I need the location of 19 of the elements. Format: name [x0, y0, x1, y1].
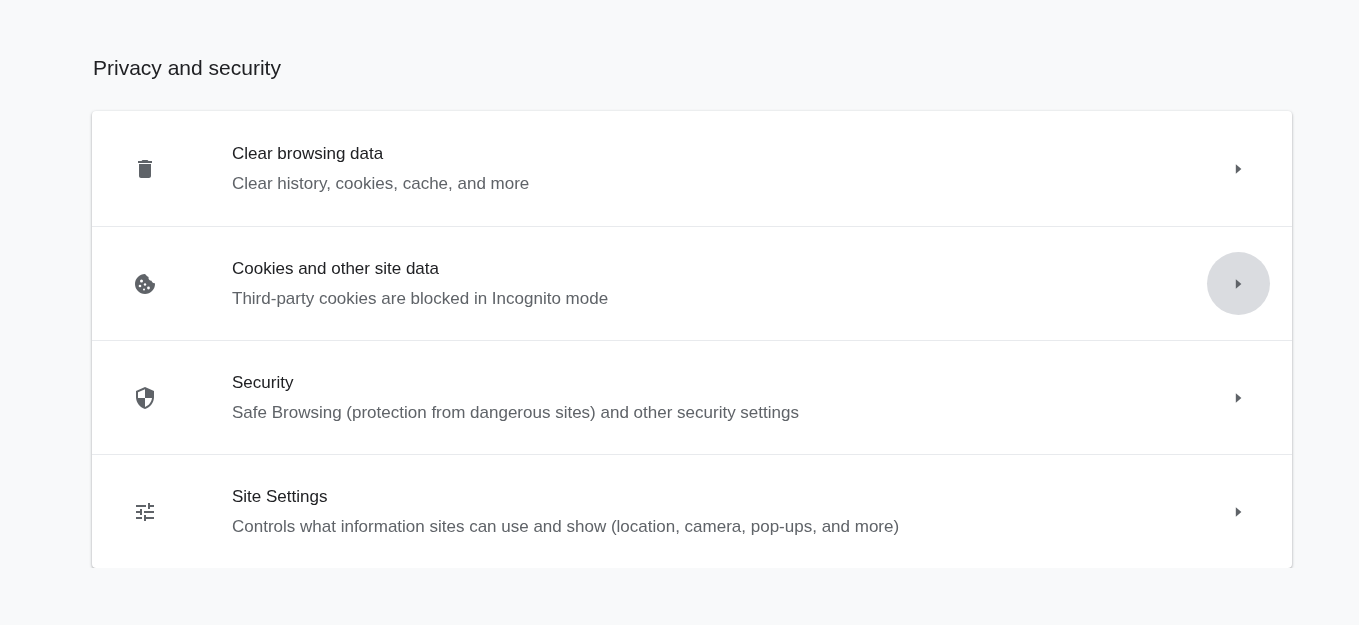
row-title: Clear browsing data: [232, 143, 385, 164]
cookie-icon: [133, 271, 157, 296]
caret-icon: [1234, 277, 1243, 290]
settings-row[interactable]: Cookies and other site data Third-party cookies are blocked in Incognito mode: [92, 226, 1292, 340]
shield-icon: [133, 385, 157, 410]
settings-row[interactable]: Security Safe Browsing (protection from dangerous sites) and other security settings: [92, 340, 1292, 454]
settings-row[interactable]: Site Settings Controls what information sites can use and show (location, camera, pop-ups, and more): [92, 454, 1292, 568]
settings-row[interactable]: Clear browsing data Clear history, cookies, cache, and more: [92, 111, 1292, 226]
section-title: Privacy and security: [92, 56, 282, 80]
caret-icon: [1234, 162, 1243, 175]
caret-icon: [1234, 391, 1243, 404]
row-subtitle: Clear history, cookies, cache, and more: [232, 173, 531, 194]
row-subtitle: Third-party cookies are blocked in Incognito mode: [232, 288, 610, 309]
row-subtitle: Safe Browsing (protection from dangerous sites) and other security settings: [232, 402, 800, 423]
row-title: Site Settings: [232, 486, 329, 507]
row-subtitle: Controls what information sites can use and show (location, camera, pop-ups, and more): [232, 516, 901, 537]
row-title: Cookies and other site data: [232, 258, 440, 279]
caret-icon: [1234, 505, 1243, 518]
row-title: Security: [232, 372, 295, 393]
